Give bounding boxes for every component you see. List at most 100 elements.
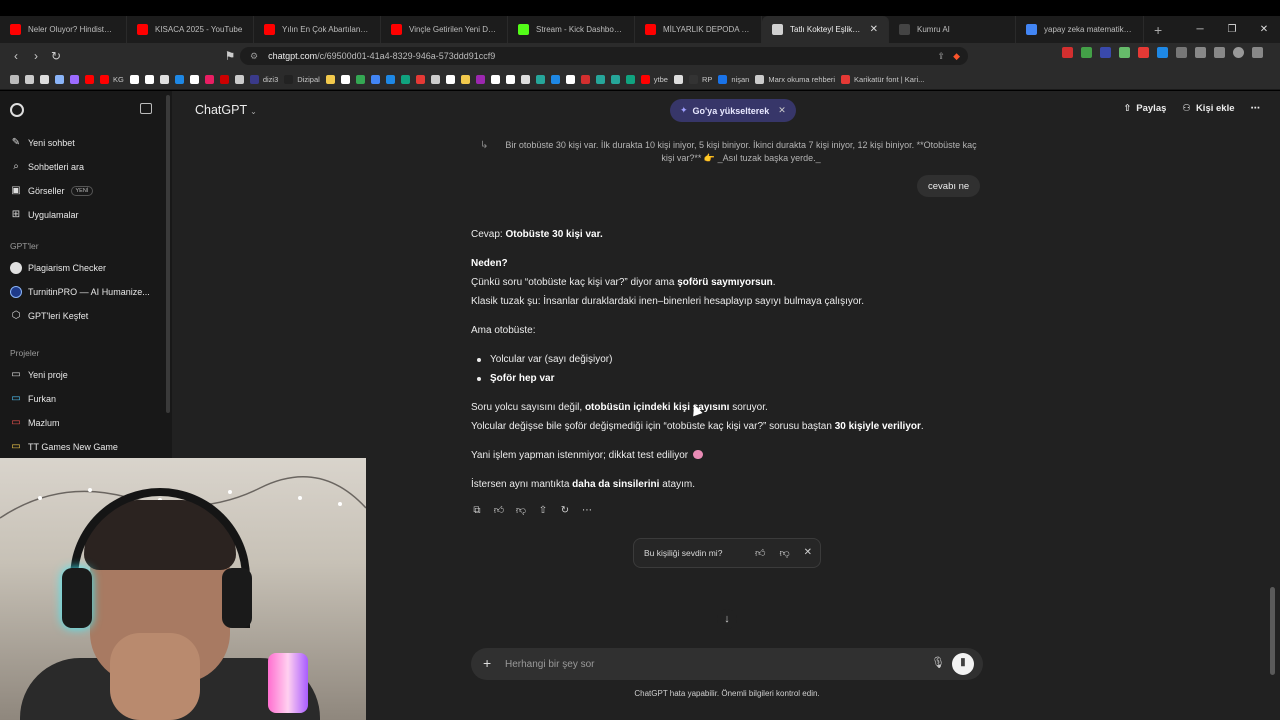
extension-icon[interactable] — [1062, 47, 1073, 58]
sidepanel-icon[interactable] — [1195, 47, 1206, 58]
sidebar-item-explore-gpts[interactable]: ⬡ GPT'leri Keşfet — [10, 310, 89, 321]
openai-logo-icon[interactable] — [10, 103, 24, 117]
puzzle-icon[interactable] — [1176, 47, 1187, 58]
plus-icon[interactable]: + — [483, 655, 491, 671]
bookmark-item[interactable] — [550, 74, 560, 84]
share-icon[interactable]: ⇧ — [537, 505, 549, 517]
bookmark-page-icon[interactable]: ⚑ — [220, 49, 240, 63]
model-selector[interactable]: ChatGPT ⌄ — [195, 103, 257, 117]
bookmark-item[interactable] — [505, 74, 515, 84]
bookmark-item[interactable] — [219, 74, 229, 84]
bookmark-item[interactable] — [204, 74, 214, 84]
extension-icon[interactable] — [1157, 47, 1168, 58]
microphone-icon[interactable]: 🎙︎ — [931, 656, 945, 669]
bookmark-item[interactable] — [129, 74, 139, 84]
extension-icon[interactable] — [1081, 47, 1092, 58]
share-page-icon[interactable]: ⇪ — [938, 51, 946, 62]
sidebar-item-search-chats[interactable]: ⌕ Sohbetleri ara — [10, 161, 84, 172]
browser-tab[interactable]: Tatlı Kokteyl Eşlikçileri ✕ — [762, 16, 889, 43]
bookmark-item[interactable]: nişan — [718, 74, 749, 84]
bookmark-item[interactable] — [580, 74, 590, 84]
extension-icon[interactable] — [1119, 47, 1130, 58]
new-tab-icon[interactable]: + — [1144, 22, 1172, 38]
bookmark-item[interactable] — [25, 74, 34, 84]
bookmark-item[interactable] — [415, 74, 425, 84]
bookmark-item[interactable]: Marx okuma rehberi — [755, 74, 835, 84]
sidebar-item-project-furkan[interactable]: ▭ Furkan — [10, 393, 56, 404]
scroll-down-button[interactable]: ↓ — [717, 609, 737, 629]
copy-icon[interactable]: ⧉ — [471, 505, 483, 517]
sidebar-scrollbar[interactable] — [166, 95, 170, 413]
sidebar-toggle-icon[interactable] — [140, 103, 152, 114]
bookmark-item[interactable]: Dizipal — [284, 74, 320, 84]
bookmark-item[interactable]: Karikatür font | Kari... — [841, 74, 924, 84]
bookmark-item[interactable] — [355, 74, 365, 84]
bookmark-item[interactable]: KG — [100, 74, 124, 84]
sidebar-item-images[interactable]: ▣ Görseller YENİ — [10, 185, 94, 196]
prompt-input[interactable] — [505, 655, 905, 673]
url-field[interactable]: ⚙ chatgpt.com/c/69500d01-41a4-8329-946a-… — [240, 47, 968, 65]
browser-tab[interactable]: Neler Oluyor? Hindistan B — [0, 16, 127, 43]
bookmark-item[interactable] — [610, 74, 620, 84]
sidebar-item-turnitinpro[interactable]: TurnitinPRO — AI Humanize... — [10, 286, 150, 298]
bookmark-item[interactable] — [400, 74, 410, 84]
forward-icon[interactable]: › — [26, 49, 46, 63]
browser-tab[interactable]: Vinçle Getirilen Yeni DEVA — [381, 16, 508, 43]
extension-icon[interactable] — [1138, 47, 1149, 58]
bookmark-item[interactable] — [234, 74, 244, 84]
thumbs-down-icon[interactable]: 👎︎ — [515, 505, 527, 517]
upgrade-button[interactable]: ✦ Go'ya yükselterek ✕ — [670, 99, 796, 122]
bookmark-item[interactable] — [460, 74, 470, 84]
minimize-icon[interactable]: ─ — [1184, 24, 1216, 35]
bookmark-item[interactable] — [490, 74, 500, 84]
bookmark-item[interactable] — [10, 74, 19, 84]
sidebar-item-plagiarism-checker[interactable]: Plagiarism Checker — [10, 262, 106, 274]
bookmark-item[interactable] — [189, 74, 199, 84]
more-icon[interactable]: ⋯ — [581, 505, 593, 517]
sidebar-item-project-mazlum[interactable]: ▭ Mazlum — [10, 417, 59, 428]
bookmark-item[interactable] — [85, 74, 94, 84]
site-info-icon[interactable]: ⚙ — [250, 51, 258, 62]
browser-tab[interactable]: KISACA 2025 - YouTube — [127, 16, 254, 43]
regenerate-icon[interactable]: ↻ — [559, 505, 571, 517]
more-options-icon[interactable]: ⋯ — [1251, 103, 1261, 114]
browser-tab[interactable]: Kumru AI — [889, 16, 1016, 43]
bookmark-item[interactable] — [144, 74, 154, 84]
bookmark-item[interactable] — [385, 74, 395, 84]
bookmark-item[interactable] — [673, 74, 683, 84]
bookmark-item[interactable] — [174, 74, 184, 84]
bookmark-item[interactable] — [70, 74, 79, 84]
sidebar-item-new-chat[interactable]: ✎ Yeni sohbet — [10, 137, 75, 148]
thumbs-up-icon[interactable]: 👍︎ — [493, 505, 505, 517]
bookmark-item[interactable] — [55, 74, 64, 84]
thumbs-up-icon[interactable]: 👍︎ — [755, 547, 765, 559]
close-icon[interactable]: ✕ — [804, 547, 812, 559]
extension-icon[interactable] — [1100, 47, 1111, 58]
bookmark-item[interactable] — [370, 74, 380, 84]
media-icon[interactable] — [1214, 47, 1225, 58]
bookmark-item[interactable] — [40, 74, 49, 84]
voice-mode-button[interactable]: ⦀ — [952, 653, 974, 675]
bookmark-item[interactable] — [520, 74, 530, 84]
brave-shield-icon[interactable]: ◆ — [953, 51, 960, 62]
back-icon[interactable]: ‹ — [6, 49, 26, 63]
profile-icon[interactable] — [1233, 47, 1244, 58]
bookmark-item[interactable] — [430, 74, 440, 84]
browser-tab[interactable]: MİLYARLIK DEPODA PC TO — [635, 16, 762, 43]
browser-tab[interactable]: Yılın En Çok Abartılan Film — [254, 16, 381, 43]
maximize-icon[interactable]: ❐ — [1216, 24, 1248, 35]
sidebar-item-project-tt-games[interactable]: ▭ TT Games New Game — [10, 441, 118, 452]
reload-icon[interactable]: ↻ — [46, 49, 66, 63]
close-tab-icon[interactable]: ✕ — [870, 24, 878, 35]
bookmark-item[interactable] — [595, 74, 605, 84]
share-button[interactable]: ⇧ Paylaş — [1123, 103, 1166, 114]
bookmark-item[interactable] — [475, 74, 485, 84]
sidebar-item-apps[interactable]: ⊞ Uygulamalar — [10, 209, 79, 220]
thumbs-down-icon[interactable]: 👎︎ — [779, 547, 789, 559]
sidebar-item-new-project[interactable]: ▭ Yeni proje — [10, 369, 67, 380]
bookmark-item[interactable]: ytbe — [640, 74, 668, 84]
bookmark-item[interactable]: dizi3 — [249, 74, 278, 84]
close-window-icon[interactable]: ✕ — [1248, 24, 1280, 35]
menu-icon[interactable] — [1252, 47, 1263, 58]
bookmark-item[interactable] — [159, 74, 169, 84]
